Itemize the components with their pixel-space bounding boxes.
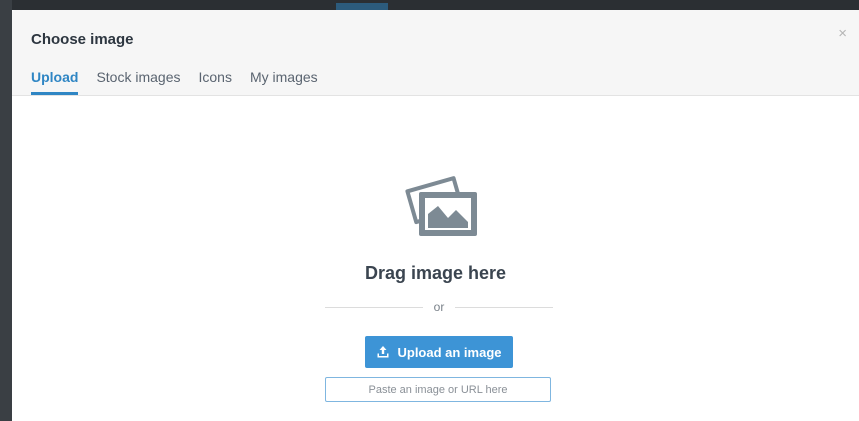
or-divider: or xyxy=(325,300,553,316)
tab-stock-images[interactable]: Stock images xyxy=(96,69,180,95)
tab-icons[interactable]: Icons xyxy=(199,69,232,95)
dialog-header: Choose image × Upload Stock images Icons… xyxy=(12,10,859,96)
close-icon[interactable]: × xyxy=(838,26,847,41)
upload-button-label: Upload an image xyxy=(397,344,502,360)
dialog-title: Choose image xyxy=(31,31,134,48)
tab-my-images[interactable]: My images xyxy=(250,69,318,95)
image-url-input[interactable] xyxy=(325,377,551,402)
image-stack-icon xyxy=(405,176,477,236)
drag-image-text: Drag image here xyxy=(364,263,507,283)
choose-image-dialog: Choose image × Upload Stock images Icons… xyxy=(12,10,859,421)
tab-upload[interactable]: Upload xyxy=(31,69,79,95)
divider-line-right xyxy=(455,307,553,308)
upload-icon xyxy=(377,346,389,358)
upload-image-button[interactable]: Upload an image xyxy=(365,336,513,368)
tab-bar: Upload Stock images Icons My images xyxy=(31,69,318,95)
app-backdrop-top xyxy=(0,0,859,10)
app-backdrop-accent xyxy=(336,3,388,10)
app-backdrop-left xyxy=(0,0,12,421)
